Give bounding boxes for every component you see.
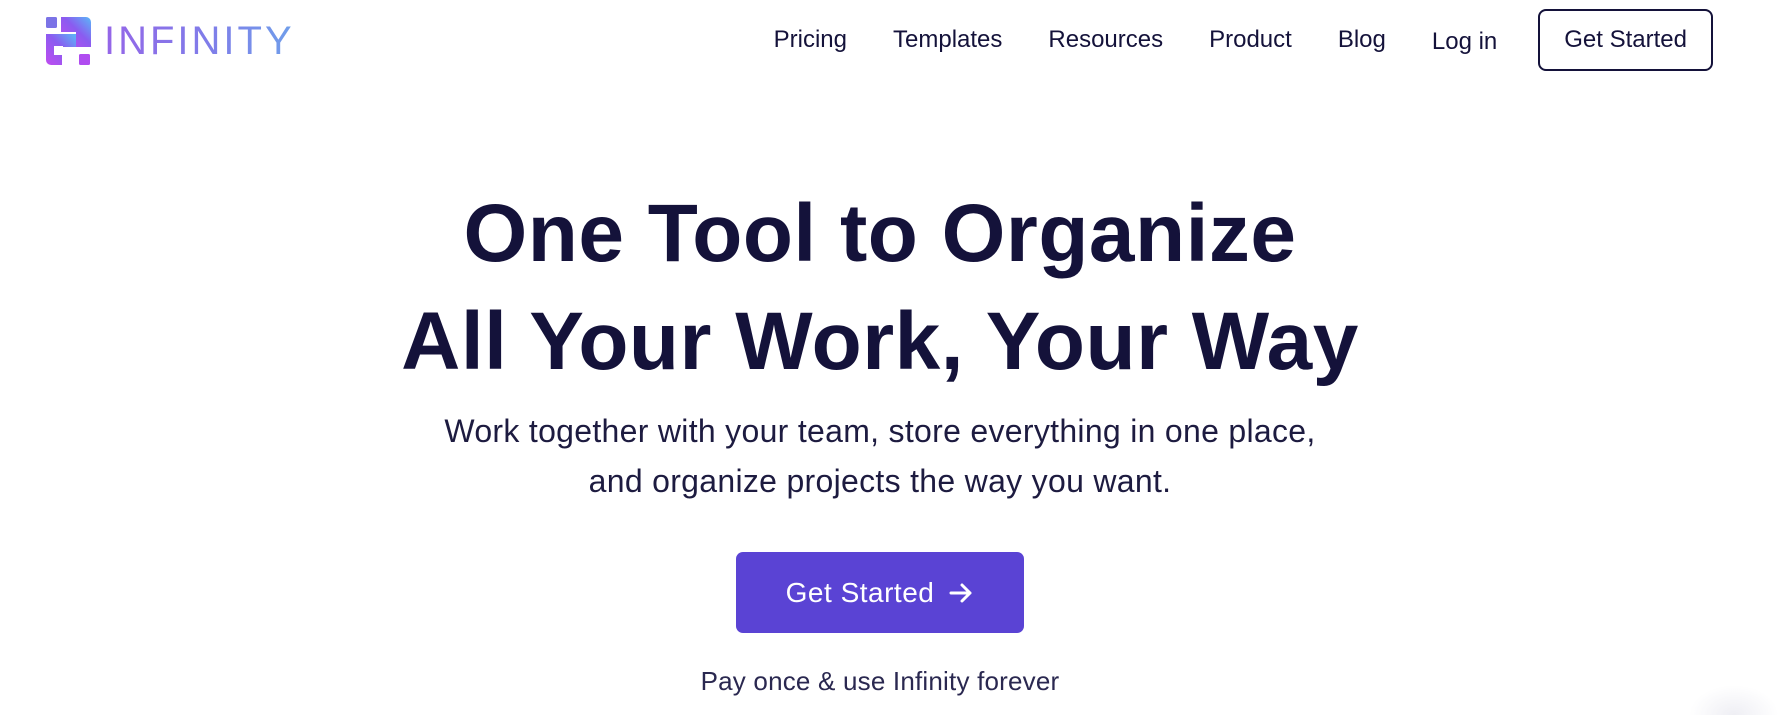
hero-section: One Tool to Organize All Your Work, Your… (0, 180, 1760, 697)
hero-title: One Tool to Organize All Your Work, Your… (0, 180, 1760, 396)
pricing-note: Pay once & use Infinity forever (700, 666, 1060, 696)
brand-logo[interactable]: INFINITY (46, 17, 295, 65)
hero-subtitle: Work together with your team, store ever… (0, 406, 1760, 506)
nav-link-templates[interactable]: Templates (893, 26, 1002, 54)
login-link[interactable]: Log in (1432, 28, 1497, 56)
nav-link-pricing[interactable]: Pricing (774, 26, 847, 54)
hero-subtitle-line: and organize projects the way you want. (588, 463, 1172, 499)
arrow-right-icon (949, 583, 972, 602)
hero-subtitle-line: Work together with your team, store ever… (444, 413, 1316, 449)
hero-cta-label: Get Started (785, 576, 935, 608)
nav-link-blog[interactable]: Blog (1338, 26, 1386, 54)
header-get-started-button[interactable]: Get Started (1538, 9, 1713, 71)
nav-link-product[interactable]: Product (1209, 26, 1292, 54)
nav-link-resources[interactable]: Resources (1048, 26, 1163, 54)
infinity-logo-icon (46, 17, 91, 65)
landing-page: INFINITY Pricing Templates Resources Pro… (0, 0, 1791, 715)
hero-title-line: All Your Work, Your Way (401, 296, 1359, 387)
brand-name: INFINITY (104, 19, 295, 63)
hero-get-started-button[interactable]: Get Started (736, 552, 1024, 633)
hero-title-line: One Tool to Organize (463, 188, 1297, 279)
top-navigation: Pricing Templates Resources Product Blog… (774, 0, 1791, 80)
